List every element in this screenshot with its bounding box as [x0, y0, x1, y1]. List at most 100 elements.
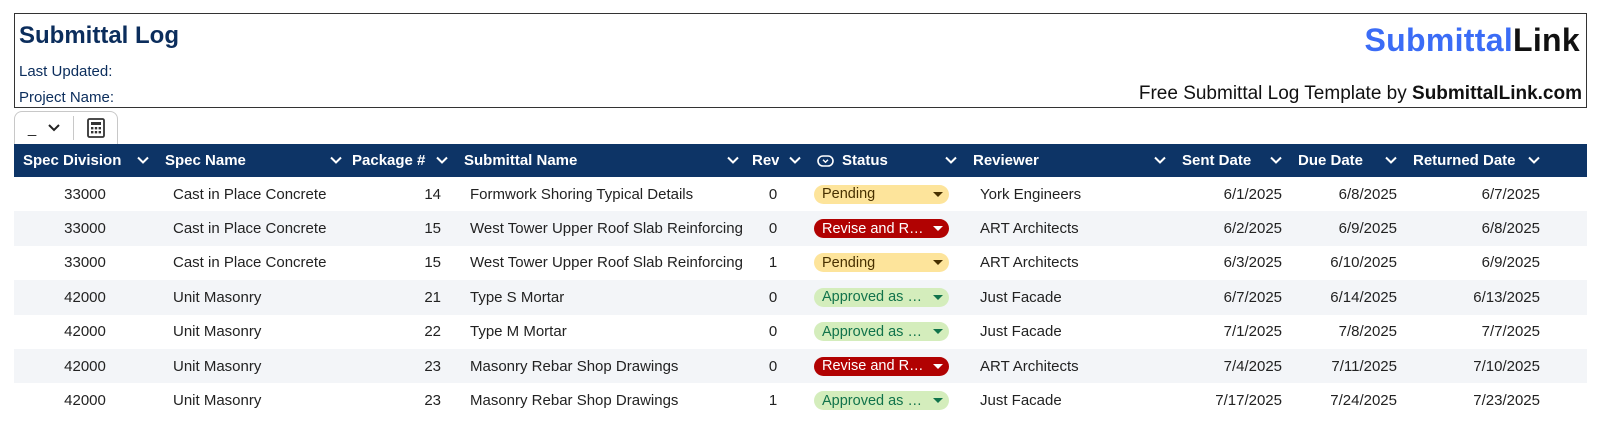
cell-returned-date[interactable]: 7/23/2025	[1404, 392, 1547, 409]
chevron-down-icon[interactable]	[944, 153, 958, 167]
cell-spec-name[interactable]: Unit Masonry	[156, 392, 349, 409]
status-dropdown-chip[interactable]: Revise and R…	[814, 219, 949, 239]
cell-spec-name[interactable]: Unit Masonry	[156, 323, 349, 340]
chevron-down-icon[interactable]	[726, 153, 740, 167]
cell-sent-date[interactable]: 6/2/2025	[1173, 220, 1289, 237]
cell-sent-date[interactable]: 6/7/2025	[1173, 289, 1289, 306]
cell-rev[interactable]: 0	[746, 220, 808, 237]
table-header: Spec Division Spec Name Package # Submit…	[14, 144, 1587, 177]
column-label: Spec Name	[165, 152, 246, 169]
cell-rev[interactable]: 0	[746, 358, 808, 375]
cell-due-date[interactable]: 6/8/2025	[1289, 186, 1404, 203]
cell-spec-name[interactable]: Cast in Place Concrete	[156, 220, 349, 237]
chevron-down-icon[interactable]	[1269, 153, 1283, 167]
cell-sent-date[interactable]: 6/1/2025	[1173, 186, 1289, 203]
cell-sent-date[interactable]: 6/3/2025	[1173, 254, 1289, 271]
cell-spec-division[interactable]: 42000	[14, 323, 156, 340]
status-dropdown-chip[interactable]: Approved as …	[814, 391, 949, 411]
cell-spec-name[interactable]: Cast in Place Concrete	[156, 254, 349, 271]
cell-reviewer[interactable]: ART Architects	[964, 358, 1173, 375]
cell-submittal-name[interactable]: Type S Mortar	[455, 289, 746, 306]
cell-sent-date[interactable]: 7/1/2025	[1173, 323, 1289, 340]
chevron-down-icon[interactable]	[1384, 153, 1398, 167]
cell-submittal-name[interactable]: Formwork Shoring Typical Details	[455, 186, 746, 203]
cell-package-number[interactable]: 15	[349, 220, 455, 237]
cell-reviewer[interactable]: Just Facade	[964, 392, 1173, 409]
cell-package-number[interactable]: 23	[349, 358, 455, 375]
cell-returned-date[interactable]: 6/7/2025	[1404, 186, 1547, 203]
column-header-spec-division[interactable]: Spec Division	[14, 144, 156, 177]
cell-package-number[interactable]: 21	[349, 289, 455, 306]
cell-spec-division[interactable]: 42000	[14, 392, 156, 409]
cell-rev[interactable]: 0	[746, 323, 808, 340]
column-header-returned-date[interactable]: Returned Date	[1404, 144, 1547, 177]
cell-package-number[interactable]: 22	[349, 323, 455, 340]
cell-spec-division[interactable]: 33000	[14, 220, 156, 237]
cell-sent-date[interactable]: 7/17/2025	[1173, 392, 1289, 409]
view-select[interactable]: _	[15, 112, 73, 144]
dropdown-caret-icon	[933, 191, 943, 197]
cell-due-date[interactable]: 6/9/2025	[1289, 220, 1404, 237]
cell-package-number[interactable]: 23	[349, 392, 455, 409]
cell-due-date[interactable]: 7/24/2025	[1289, 392, 1404, 409]
cell-spec-division[interactable]: 42000	[14, 289, 156, 306]
cell-reviewer[interactable]: ART Architects	[964, 220, 1173, 237]
status-chip-label: Approved as …	[822, 289, 922, 306]
table-row: 33000 Cast in Place Concrete 14 Formwork Sh…	[14, 177, 1587, 211]
cell-returned-date[interactable]: 7/10/2025	[1404, 358, 1547, 375]
cell-submittal-name[interactable]: Type M Mortar	[455, 323, 746, 340]
cell-due-date[interactable]: 6/14/2025	[1289, 289, 1404, 306]
chevron-down-icon[interactable]	[435, 153, 449, 167]
cell-spec-name[interactable]: Unit Masonry	[156, 289, 349, 306]
cell-due-date[interactable]: 6/10/2025	[1289, 254, 1404, 271]
status-dropdown-chip[interactable]: Pending	[814, 253, 949, 273]
cell-reviewer[interactable]: ART Architects	[964, 254, 1173, 271]
cell-rev[interactable]: 1	[746, 392, 808, 409]
cell-due-date[interactable]: 7/11/2025	[1289, 358, 1404, 375]
chevron-down-icon[interactable]	[788, 153, 802, 167]
cell-submittal-name[interactable]: West Tower Upper Roof Slab Reinforcing	[455, 254, 746, 271]
cell-submittal-name[interactable]: Masonry Rebar Shop Drawings	[455, 358, 746, 375]
cell-rev[interactable]: 0	[746, 289, 808, 306]
cell-spec-division[interactable]: 33000	[14, 186, 156, 203]
column-header-due-date[interactable]: Due Date	[1289, 144, 1404, 177]
status-dropdown-chip[interactable]: Approved as …	[814, 287, 949, 307]
cell-returned-date[interactable]: 6/9/2025	[1404, 254, 1547, 271]
chevron-down-icon[interactable]	[1153, 153, 1167, 167]
cell-submittal-name[interactable]: Masonry Rebar Shop Drawings	[455, 392, 746, 409]
column-header-submittal-name[interactable]: Submittal Name	[455, 144, 746, 177]
status-dropdown-chip[interactable]: Revise and R…	[814, 356, 949, 376]
cell-spec-division[interactable]: 42000	[14, 358, 156, 375]
column-header-package[interactable]: Package #	[349, 144, 455, 177]
cell-returned-date[interactable]: 6/13/2025	[1404, 289, 1547, 306]
column-header-status[interactable]: Status	[808, 144, 964, 177]
column-header-reviewer[interactable]: Reviewer	[964, 144, 1173, 177]
cell-package-number[interactable]: 14	[349, 186, 455, 203]
cell-reviewer[interactable]: Just Facade	[964, 289, 1173, 306]
cell-returned-date[interactable]: 7/7/2025	[1404, 323, 1547, 340]
column-header-rev[interactable]: Rev	[746, 144, 808, 177]
column-header-spec-name[interactable]: Spec Name	[156, 144, 349, 177]
column-label: Submittal Name	[464, 152, 578, 169]
cell-reviewer[interactable]: York Engineers	[964, 186, 1173, 203]
chevron-down-icon[interactable]	[136, 153, 150, 167]
cell-returned-date[interactable]: 6/8/2025	[1404, 220, 1547, 237]
cell-spec-division[interactable]: 33000	[14, 254, 156, 271]
calculator-button[interactable]	[74, 112, 118, 144]
header-box: Submittal Log Last Updated: Project Name…	[14, 13, 1587, 108]
status-dropdown-chip[interactable]: Approved as …	[814, 322, 949, 342]
cell-submittal-name[interactable]: West Tower Upper Roof Slab Reinforcing	[455, 220, 746, 237]
status-dropdown-chip[interactable]: Pending	[814, 184, 949, 204]
cell-spec-name[interactable]: Cast in Place Concrete	[156, 186, 349, 203]
cell-rev[interactable]: 1	[746, 254, 808, 271]
cell-status: Approved as …	[808, 287, 964, 307]
cell-due-date[interactable]: 7/8/2025	[1289, 323, 1404, 340]
cell-spec-name[interactable]: Unit Masonry	[156, 358, 349, 375]
cell-reviewer[interactable]: Just Facade	[964, 323, 1173, 340]
column-header-sent-date[interactable]: Sent Date	[1173, 144, 1289, 177]
chevron-down-icon[interactable]	[1527, 153, 1541, 167]
chevron-down-icon[interactable]	[329, 153, 343, 167]
cell-sent-date[interactable]: 7/4/2025	[1173, 358, 1289, 375]
cell-rev[interactable]: 0	[746, 186, 808, 203]
cell-package-number[interactable]: 15	[349, 254, 455, 271]
